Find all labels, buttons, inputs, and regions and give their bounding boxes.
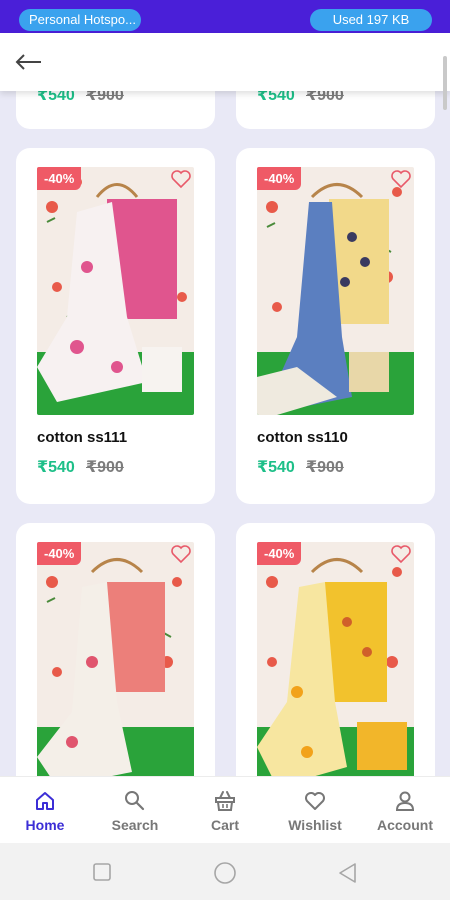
home-circle-icon[interactable] — [213, 861, 237, 885]
nav-home[interactable]: Home — [0, 777, 90, 844]
discount-badge: -40% — [37, 167, 82, 190]
recent-apps-icon[interactable] — [93, 863, 111, 881]
nav-label: Wishlist — [288, 817, 342, 833]
product-original-price: ₹900 — [306, 91, 344, 104]
product-image[interactable]: -40% — [37, 167, 194, 415]
heart-icon[interactable] — [170, 169, 192, 189]
product-card[interactable]: -40% — [16, 523, 215, 776]
arrow-left-icon[interactable] — [14, 47, 44, 77]
home-icon — [36, 792, 54, 810]
search-icon — [125, 791, 145, 811]
product-card[interactable]: ₹540 ₹900 — [236, 91, 435, 129]
heart-icon — [305, 792, 325, 810]
nav-label: Cart — [210, 817, 239, 833]
discount-badge: -40% — [257, 167, 302, 190]
user-icon — [395, 791, 415, 811]
product-image[interactable]: -40% — [257, 167, 414, 415]
product-price: ₹540 — [37, 459, 75, 476]
product-card[interactable]: -40% cotton ss110 ₹540 ₹900 — [236, 148, 435, 504]
heart-icon[interactable] — [390, 169, 412, 189]
nav-cart[interactable]: Cart — [180, 777, 270, 844]
app-bar — [0, 33, 450, 91]
product-card[interactable]: -40% — [236, 523, 435, 776]
product-price: ₹540 — [257, 459, 295, 476]
product-title[interactable]: cotton ss111 — [37, 429, 127, 446]
nav-search[interactable]: Search — [90, 777, 180, 844]
data-usage-pill: Used 197 KB — [310, 9, 432, 31]
product-original-price: ₹900 — [86, 459, 124, 476]
nav-label: Search — [111, 817, 159, 833]
product-price: ₹540 — [37, 91, 75, 104]
product-image[interactable]: -40% — [37, 542, 194, 776]
product-card[interactable]: ₹540 ₹900 — [16, 91, 215, 129]
discount-badge: -40% — [257, 542, 302, 565]
nav-label: Account — [377, 817, 433, 833]
basket-icon — [215, 791, 235, 811]
product-original-price: ₹900 — [86, 91, 124, 104]
nav-wishlist[interactable]: Wishlist — [270, 777, 360, 844]
product-image[interactable]: -40% — [257, 542, 414, 776]
back-triangle-icon[interactable] — [337, 862, 359, 884]
product-original-price: ₹900 — [306, 459, 344, 476]
nav-label: Home — [25, 817, 65, 833]
heart-icon[interactable] — [390, 544, 412, 564]
status-bar: Personal Hotspo... Used 197 KB — [0, 0, 450, 33]
scrollbar[interactable] — [443, 56, 447, 110]
product-title[interactable]: cotton ss110 — [257, 429, 348, 446]
product-grid[interactable]: ₹540 ₹900 ₹540 ₹900 -40% cotton ss111 ₹5… — [0, 91, 450, 776]
product-price: ₹540 — [257, 91, 295, 104]
system-navigation-bar — [0, 843, 450, 900]
nav-account[interactable]: Account — [360, 777, 450, 844]
bottom-navigation: Home Search Cart Wishlist Account — [0, 776, 450, 843]
hotspot-pill[interactable]: Personal Hotspo... — [19, 9, 141, 31]
product-card[interactable]: -40% cotton ss111 ₹540 ₹900 — [16, 148, 215, 504]
heart-icon[interactable] — [170, 544, 192, 564]
discount-badge: -40% — [37, 542, 82, 565]
